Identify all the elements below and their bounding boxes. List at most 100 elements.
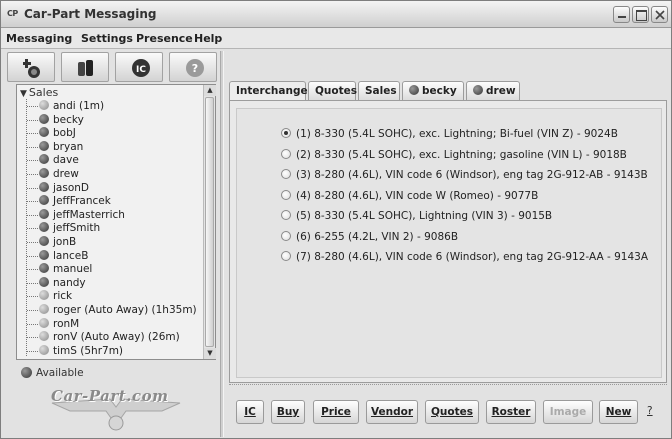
tree-branch [27,323,38,325]
tab-label: Sales [365,85,397,97]
new-button[interactable]: New [599,400,638,424]
tree-branch [27,310,38,311]
contact-item[interactable]: dave [27,154,79,168]
contact-item[interactable]: JeffFrancek [27,195,111,209]
contact-item[interactable]: becky [27,113,84,128]
tree-expand-icon[interactable]: ▼ [20,89,27,99]
status-icon [39,317,49,328]
contact-item[interactable]: manuel [27,263,92,277]
status-icon [39,113,49,124]
contact-name: jasonD [53,181,89,194]
contact-item[interactable]: jonB [27,236,76,250]
interchange-option[interactable]: (7) 8-280 (4.6L), VIN code 6 (Windsor), … [281,251,648,265]
menu-presence[interactable]: Presence [136,32,193,45]
interchange-options: (1) 8-330 (5.4L SOHC), exc. Lightning; B… [236,108,662,378]
radio-button[interactable] [281,210,291,220]
contact-name: bobJ [53,127,76,140]
tree-branch [27,160,38,162]
contact-item[interactable]: jasonD [27,181,89,196]
tree-branch [27,201,38,203]
vendor-button[interactable]: Vendor [366,400,418,424]
contact-item[interactable]: ronV (Auto Away) (26m) [27,331,180,345]
help-link[interactable]: ? [647,405,653,417]
contact-item[interactable]: lanceB [27,249,88,264]
contact-item[interactable]: roger (Auto Away) (1h35m) [27,304,197,318]
tab-bar: Interchange Quotes Sales becky drew [229,81,669,101]
contact-item[interactable]: drew [27,168,79,182]
radio-button[interactable] [281,128,291,138]
ic-action-button[interactable]: IC [236,400,264,424]
app-window: CP Car-Part Messaging Messaging Settings… [0,0,672,439]
window-title: Car-Part Messaging [24,7,157,21]
group-sales[interactable]: ▼ Sales [20,86,58,99]
title-bar[interactable]: CP Car-Part Messaging [1,1,671,28]
ic-button[interactable]: IC [115,52,163,82]
image-button[interactable]: Image [543,400,593,424]
tab-quotes[interactable]: Quotes [308,81,357,100]
price-button[interactable]: Price [313,400,359,424]
menu-messaging[interactable]: Messaging [6,32,72,45]
tree-branch [27,228,38,230]
contact-item[interactable]: bryan [27,140,83,155]
interchange-option[interactable]: (3) 8-280 (4.6L), VIN code 6 (Windsor), … [281,169,648,183]
scroll-up-icon[interactable]: ▲ [204,85,216,96]
radio-button[interactable] [281,230,291,241]
interchange-option[interactable]: (1) 8-330 (5.4L SOHC), exc. Lightning; B… [281,128,618,142]
tree-branch [27,337,38,339]
group-label: Sales [28,86,59,99]
toolbar: IC ? [3,51,217,84]
help-button[interactable]: ? [169,52,217,82]
ic-icon: IC [132,59,150,77]
contact-item[interactable]: bobJ [27,127,76,141]
tree-branch [27,269,38,271]
tree-branch [27,282,38,284]
interchange-option[interactable]: (5) 8-330 (5.4L SOHC), Lightning (VIN 3)… [281,210,552,224]
group-button[interactable] [61,52,109,82]
status-icon [39,154,49,165]
tree-branch [27,106,38,107]
status-icon [39,331,49,342]
status-icon [39,127,49,138]
contact-item[interactable]: andi (1m) [27,100,104,114]
contact-item[interactable]: jeffSmith [27,222,100,236]
contact-item[interactable]: rick [27,290,73,304]
contact-name: ronV (Auto Away) (26m) [53,331,180,344]
menu-help[interactable]: Help [194,32,222,45]
tab-drew[interactable]: drew [466,81,520,100]
add-contact-button[interactable] [7,52,55,82]
option-label: (3) 8-280 (4.6L), VIN code 6 (Windsor), … [296,169,648,181]
close-button[interactable] [651,6,668,23]
interchange-option[interactable]: (2) 8-330 (5.4L SOHC), exc. Lightning; g… [281,148,627,163]
contact-name: rick [53,290,73,303]
contact-item[interactable]: jeffMasterrich [27,208,125,223]
tab-becky[interactable]: becky [402,81,464,100]
interchange-option[interactable]: (4) 8-280 (4.6L), VIN code W (Romeo) - 9… [281,189,538,204]
radio-button[interactable] [281,169,291,179]
contact-scrollbar[interactable]: ▲ ▼ [203,85,216,359]
scrollbar-thumb[interactable] [205,97,214,347]
contact-item[interactable]: timS (5hr7m) [27,344,123,359]
option-label: (2) 8-330 (5.4L SOHC), exc. Lightning; g… [296,148,627,161]
contact-item[interactable]: nandy [27,276,86,291]
tab-sales[interactable]: Sales [358,81,400,100]
panel-splitter[interactable] [220,51,224,437]
radio-button[interactable] [281,189,291,200]
radio-button[interactable] [281,148,291,159]
tree-branch [27,133,38,135]
minimize-button[interactable] [613,6,630,23]
status-icon [21,367,32,378]
contact-name: becky [53,113,84,126]
tab-interchange[interactable]: Interchange [229,81,308,101]
scroll-down-icon[interactable]: ▼ [204,348,216,359]
interchange-option[interactable]: (6) 6-255 (4.2L, VIN 2) - 9086B [281,230,458,245]
quotes-button[interactable]: Quotes [425,400,479,424]
radio-button[interactable] [281,251,291,261]
roster-button[interactable]: Roster [486,400,536,424]
contact-item[interactable]: ronM [27,317,79,332]
presence-status[interactable]: Available [21,367,84,379]
buy-button[interactable]: Buy [271,400,305,424]
menu-settings[interactable]: Settings [81,32,133,45]
status-icon [409,85,419,95]
contact-list[interactable]: ▼ Sales andi (1m) becky bobJ bryan dave drew ja… [17,85,203,359]
maximize-button[interactable] [632,6,649,23]
